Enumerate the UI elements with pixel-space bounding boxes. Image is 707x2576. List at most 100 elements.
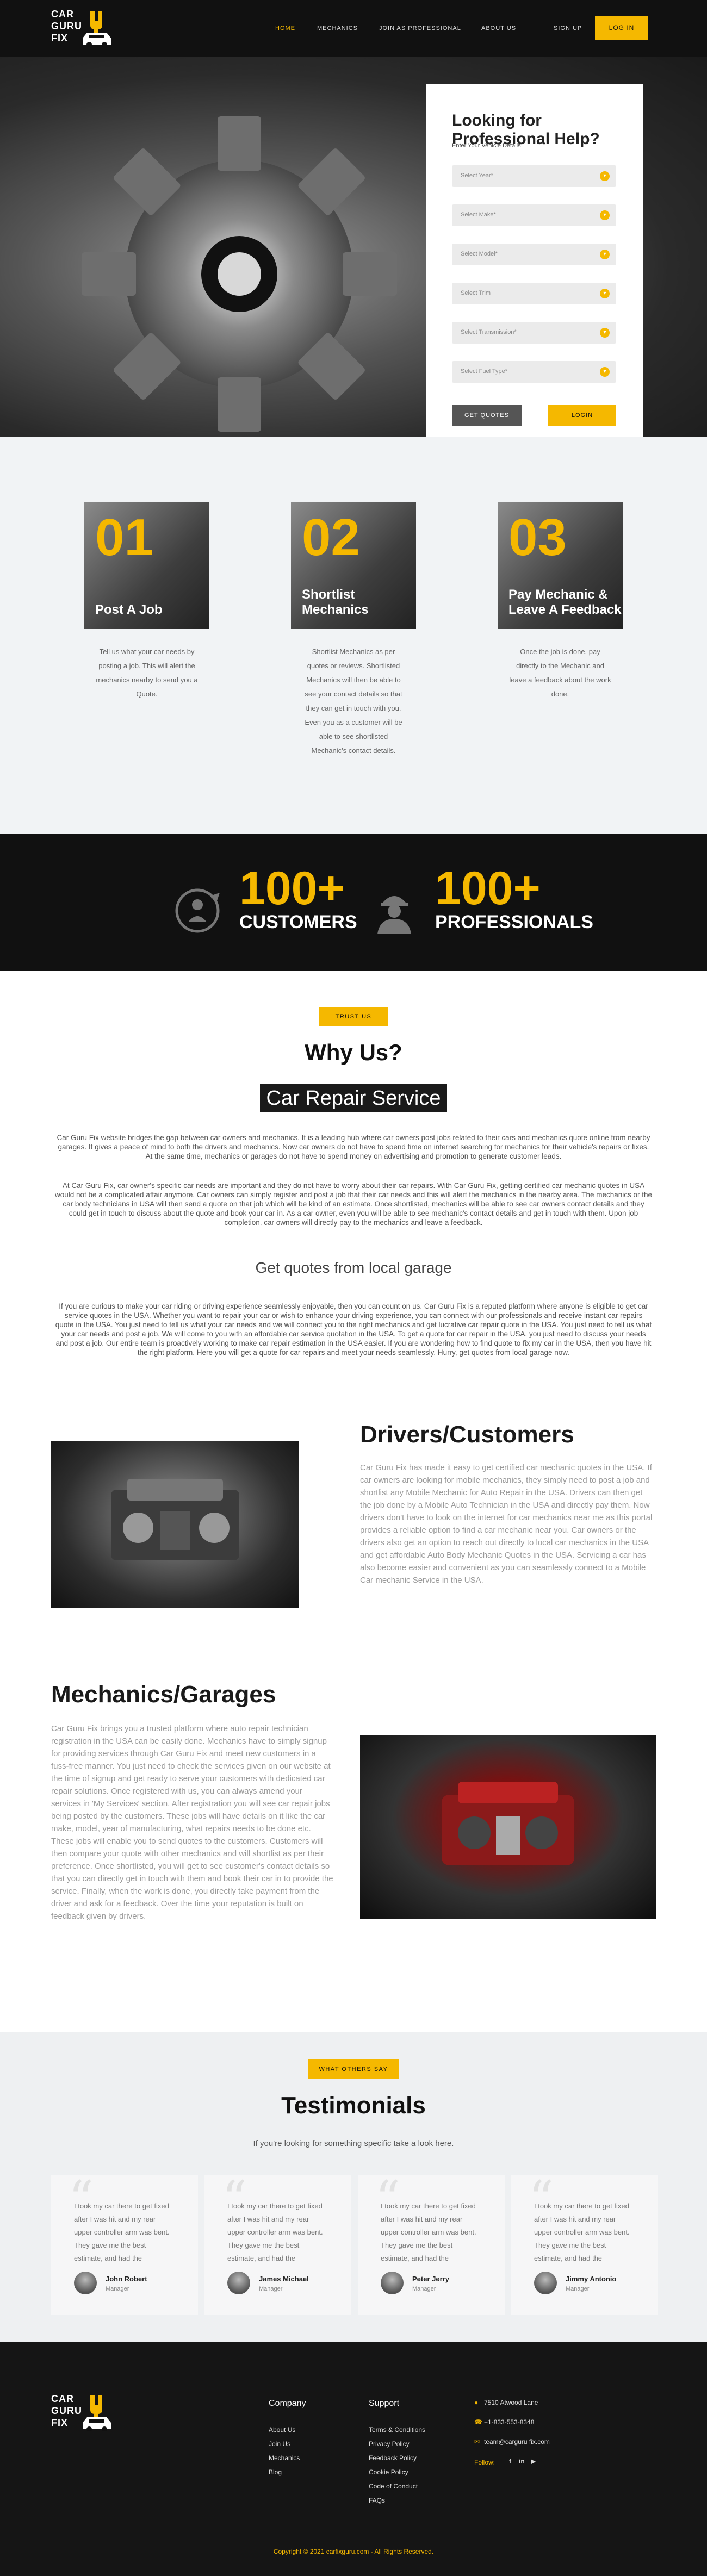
footer-link-join[interactable]: Join Us xyxy=(269,2440,290,2448)
logo-line: FIX xyxy=(51,33,69,43)
why-us-paragraph: Car Guru Fix website bridges the gap bet… xyxy=(57,1134,650,1160)
engine-illustration xyxy=(111,1479,239,1560)
footer-email[interactable]: team@carguru fix.com xyxy=(484,2438,550,2446)
nav-home[interactable]: HOME xyxy=(275,25,295,32)
avatar xyxy=(74,2272,97,2294)
drivers-paragraph: Car Guru Fix has made it easy to get cer… xyxy=(360,1463,653,1585)
testimonial-name: Jimmy Antonio xyxy=(566,2275,617,2283)
testimonials-section: WHAT OTHERS SAY Testimonials If you're l… xyxy=(0,2032,707,2342)
chevron-down-icon: ▾ xyxy=(600,250,610,259)
nav-mechanics[interactable]: MECHANICS xyxy=(317,25,358,32)
wrench-car-icon xyxy=(83,2395,111,2431)
select-make-label: Select Make* xyxy=(461,211,496,218)
select-year[interactable]: Select Year* ▾ xyxy=(452,165,616,187)
avatar xyxy=(534,2272,557,2294)
local-garage-paragraph: If you are curious to make your car ridi… xyxy=(55,1302,652,1357)
signup-link[interactable]: SIGN UP xyxy=(554,25,582,32)
logo-line: GURU xyxy=(51,21,82,32)
footer-address: 7510 Atwood Lane xyxy=(484,2399,538,2406)
nav-join-as-professional[interactable]: JOIN AS PROFESSIONAL xyxy=(379,25,461,32)
testimonial-role: Manager xyxy=(259,2286,283,2292)
step-card: 02 Shortlist Mechanics Shortlist Mechani… xyxy=(291,502,416,758)
step-description: Shortlist Mechanics as per quotes or rev… xyxy=(305,648,402,755)
step-card: 01 Post A Job Tell us what your car need… xyxy=(84,502,209,701)
facebook-icon[interactable]: f xyxy=(509,2457,511,2465)
step-number: 03 xyxy=(508,508,567,567)
testimonial-card: “ I took my car there to get fixed after… xyxy=(51,2175,198,2315)
trust-us-tag: TRUST US xyxy=(319,1007,388,1026)
select-make[interactable]: Select Make* ▾ xyxy=(452,204,616,226)
testimonial-text: I took my car there to get fixed after I… xyxy=(534,2202,630,2262)
chevron-down-icon: ▾ xyxy=(600,171,610,181)
nav-about-us[interactable]: ABOUT US xyxy=(481,25,516,32)
step-image: 03 Pay Mechanic & Leave A Feedback xyxy=(498,502,623,629)
form-login-button[interactable]: LOGIN xyxy=(548,405,616,426)
footer-link-mechanics[interactable]: Mechanics xyxy=(269,2454,300,2462)
select-trim[interactable]: Select Trim ▾ xyxy=(452,283,616,304)
step-title: Pay Mechanic & Leave A Feedback xyxy=(508,587,622,617)
testimonial-card: “ I took my car there to get fixed after… xyxy=(511,2175,658,2315)
testimonial-role: Manager xyxy=(106,2286,129,2292)
footer-phone[interactable]: +1-833-553-8348 xyxy=(484,2418,534,2426)
footer-company-heading: Company xyxy=(269,2399,306,2408)
testimonial-name: John Robert xyxy=(106,2275,147,2283)
footer-link-faqs[interactable]: FAQs xyxy=(369,2497,385,2504)
gear-image xyxy=(82,116,397,432)
logo-line: GURU xyxy=(51,2405,82,2416)
customer-growth-icon xyxy=(175,888,220,933)
logo-line: FIX xyxy=(51,2417,69,2428)
get-quotes-button[interactable]: GET QUOTES xyxy=(452,405,522,426)
testimonials-subtitle: If you're looking for something specific… xyxy=(253,2139,454,2148)
logo[interactable]: CAR GURU FIX xyxy=(51,8,122,50)
footer-link-feedback[interactable]: Feedback Policy xyxy=(369,2454,417,2462)
why-us-heading: Why Us? xyxy=(305,1040,402,1065)
mechanics-paragraph: Car Guru Fix brings you a trusted platfo… xyxy=(51,1724,333,1921)
what-others-say-tag: WHAT OTHERS SAY xyxy=(308,2059,399,2079)
select-model[interactable]: Select Model* ▾ xyxy=(452,244,616,265)
stat-label: CUSTOMERS xyxy=(239,912,357,932)
testimonial-card: “ I took my car there to get fixed after… xyxy=(204,2175,351,2315)
drivers-heading: Drivers/Customers xyxy=(360,1421,574,1448)
wrench-car-icon xyxy=(83,11,111,47)
footer-link-cookie[interactable]: Cookie Policy xyxy=(369,2468,408,2476)
footer-link-blog[interactable]: Blog xyxy=(269,2468,282,2476)
step-title: Post A Job xyxy=(95,602,163,617)
footer-link-privacy[interactable]: Privacy Policy xyxy=(369,2440,410,2448)
mechanic-icon xyxy=(377,896,411,934)
testimonial-text: I took my car there to get fixed after I… xyxy=(74,2202,170,2262)
footer-link-terms[interactable]: Terms & Conditions xyxy=(369,2426,425,2434)
testimonial-role: Manager xyxy=(412,2286,436,2292)
step-title: Shortlist Mechanics xyxy=(302,587,369,617)
testimonial-name: Peter Jerry xyxy=(412,2275,449,2283)
testimonial-text: I took my car there to get fixed after I… xyxy=(381,2202,476,2262)
why-us-paragraph: At Car Guru Fix, car owner's specific ca… xyxy=(54,1181,653,1227)
stats-section: 100+ CUSTOMERS 100+ PROFESSIONALS xyxy=(0,834,707,971)
footer-link-conduct[interactable]: Code of Conduct xyxy=(369,2482,418,2490)
step-image: 01 Post A Job xyxy=(84,502,209,629)
footer-link-about[interactable]: About Us xyxy=(269,2426,295,2434)
select-fuel-type[interactable]: Select Fuel Type* ▾ xyxy=(452,361,616,383)
select-transmission[interactable]: Select Transmission* ▾ xyxy=(452,322,616,344)
linkedin-icon[interactable]: in xyxy=(519,2457,525,2465)
step-description: Tell us what your car needs by posting a… xyxy=(96,648,198,698)
how-it-works-section: 01 Post A Job Tell us what your car need… xyxy=(0,437,707,834)
testimonial-role: Manager xyxy=(566,2286,590,2292)
chevron-down-icon: ▾ xyxy=(600,328,610,338)
copyright: Copyright © 2021 carfixguru.com - All Ri… xyxy=(273,2548,434,2555)
site-header: CAR GURU FIX HOME MECHANICS JOIN AS PROF… xyxy=(0,0,707,57)
youtube-icon[interactable]: ▶ xyxy=(531,2457,536,2465)
step-number: 01 xyxy=(95,508,153,567)
quote-form: Looking for Professional Help? Enter You… xyxy=(426,84,643,437)
select-trim-label: Select Trim xyxy=(461,290,491,296)
location-icon: ● xyxy=(474,2399,479,2406)
select-transmission-label: Select Transmission* xyxy=(461,329,517,335)
engine-image xyxy=(51,1441,299,1608)
step-image: 02 Shortlist Mechanics xyxy=(291,502,416,629)
engine-illustration xyxy=(442,1782,574,1865)
footer-logo[interactable]: CAR GURU FIX xyxy=(51,2392,122,2435)
form-subtitle: Enter Your Vehicle Details xyxy=(452,142,521,149)
step-description: Once the job is done, pay directly to th… xyxy=(509,648,611,698)
stat-label: PROFESSIONALS xyxy=(435,912,593,932)
phone-icon: ☎ xyxy=(474,2418,482,2426)
header-login-button[interactable]: LOG IN xyxy=(595,16,648,40)
